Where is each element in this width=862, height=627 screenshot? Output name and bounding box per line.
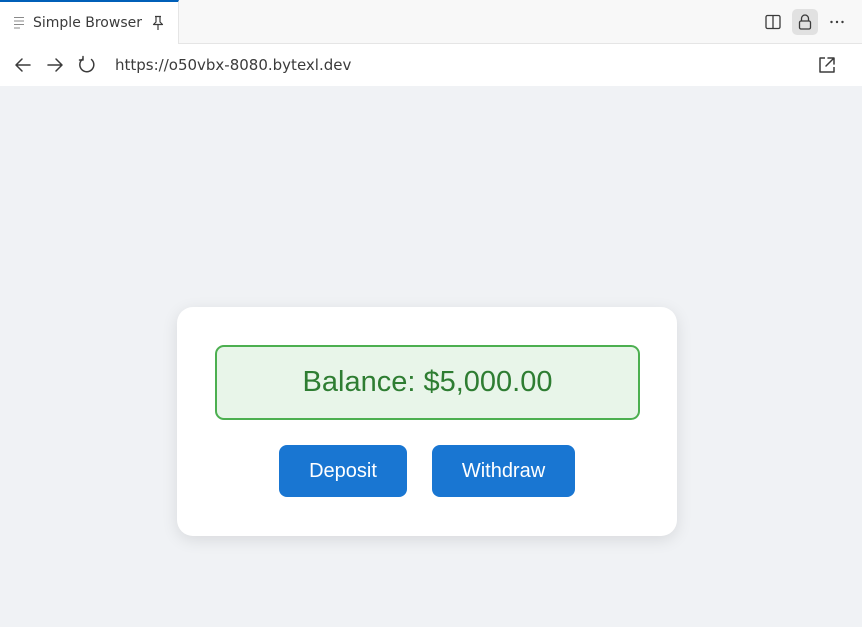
balance-display: Balance: $5,000.00: [215, 345, 640, 420]
tab-simple-browser[interactable]: Simple Browser: [0, 0, 179, 44]
browser-toolbar: https://o50vbx-8080.bytexl.dev: [0, 44, 862, 86]
tab-title: Simple Browser: [33, 15, 142, 31]
tab-actions: [760, 8, 850, 36]
account-card: Balance: $5,000.00 Deposit Withdraw: [177, 307, 677, 536]
reload-button[interactable]: [71, 49, 103, 81]
page-viewport: Balance: $5,000.00 Deposit Withdraw: [0, 86, 862, 627]
back-button[interactable]: [7, 49, 39, 81]
deposit-button[interactable]: Deposit: [279, 445, 407, 497]
pin-icon[interactable]: [151, 15, 165, 31]
more-actions-button[interactable]: [824, 9, 850, 35]
split-editor-icon: [765, 14, 781, 30]
split-editor-button[interactable]: [760, 9, 786, 35]
more-icon: [830, 20, 844, 24]
lock-group-button[interactable]: [792, 9, 818, 35]
forward-button[interactable]: [39, 49, 71, 81]
editor-tab-bar: Simple Browser: [0, 0, 862, 44]
balance-text: Balance: $5,000.00: [302, 366, 553, 398]
withdraw-button[interactable]: Withdraw: [432, 445, 575, 497]
document-icon: [14, 17, 24, 29]
open-in-browser-button[interactable]: [814, 52, 840, 78]
forward-arrow-icon: [47, 58, 63, 72]
open-external-icon: [819, 57, 835, 73]
reload-icon: [78, 55, 95, 73]
lock-icon: [798, 14, 812, 30]
url-field[interactable]: https://o50vbx-8080.bytexl.dev: [115, 56, 351, 74]
back-arrow-icon: [15, 58, 31, 72]
